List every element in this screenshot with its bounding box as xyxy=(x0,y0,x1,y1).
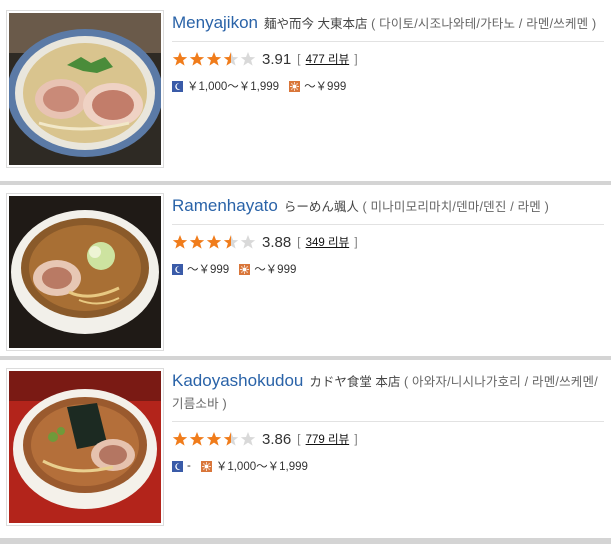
dinner-price: - xyxy=(187,460,191,472)
star-full-icon xyxy=(189,432,205,446)
star-empty-icon xyxy=(240,235,256,249)
star-empty-icon xyxy=(240,432,256,446)
rating-score: 3.91 xyxy=(262,50,292,68)
ramen-bowl-photo xyxy=(9,371,161,523)
restaurant-card: Kadoyashokudou カドヤ食堂 本店 ( 아와자/니시나가호리 / 라멘… xyxy=(0,356,611,544)
bracket-close: ] xyxy=(354,434,358,446)
star-full-icon xyxy=(172,432,188,446)
star-rating xyxy=(172,51,257,67)
ramen-bowl-photo xyxy=(9,196,161,348)
moon-icon xyxy=(172,80,183,92)
divider xyxy=(172,224,604,225)
bracket-close: ] xyxy=(354,237,358,249)
card-separator xyxy=(0,181,611,185)
review-count-link[interactable]: 349 리뷰 xyxy=(306,237,350,249)
restaurant-photo[interactable] xyxy=(6,368,164,526)
sun-icon xyxy=(239,263,251,275)
star-half-icon xyxy=(223,52,239,66)
restaurant-photo[interactable] xyxy=(6,10,164,168)
restaurant-area-genre: ( 미나미모리마치/덴마/덴진 / 라멘 ) xyxy=(362,200,550,214)
restaurant-photo[interactable] xyxy=(6,193,164,351)
rating-score: 3.88 xyxy=(262,233,292,251)
lunch-price: ～￥999 xyxy=(254,264,297,276)
star-full-icon xyxy=(206,52,222,66)
review-count-link[interactable]: 477 리뷰 xyxy=(306,54,350,66)
card-separator xyxy=(0,538,611,544)
bracket-open: [ xyxy=(297,54,301,66)
review-count-box: [ 779 리뷰 ] xyxy=(297,431,357,447)
restaurant-native-name: らーめん颯人 xyxy=(283,200,359,214)
review-count-box: [ 477 리뷰 ] xyxy=(297,51,357,67)
rating-row: 3.91 [ 477 리뷰 ] xyxy=(172,48,604,70)
divider xyxy=(172,41,604,42)
restaurant-name-link[interactable]: Menyajikon xyxy=(172,13,258,32)
sun-icon xyxy=(289,80,301,92)
price-row: - ￥1,000～￥1,999 xyxy=(172,458,604,474)
restaurant-card: Menyajikon 麺や而今 大東本店 ( 다이토/시조나와테/가타노 / 라멘… xyxy=(0,0,611,170)
sun-icon xyxy=(200,460,212,472)
star-half-icon xyxy=(223,235,239,249)
moon-icon xyxy=(172,460,183,472)
restaurant-card: Ramenhayato らーめん颯人 ( 미나미모리마치/덴마/덴진 / 라멘 )… xyxy=(0,181,611,351)
price-row: ～￥999 ～￥999 xyxy=(172,261,604,277)
star-empty-icon xyxy=(240,52,256,66)
lunch-price: ～￥999 xyxy=(304,81,347,93)
divider xyxy=(172,421,604,422)
bracket-open: [ xyxy=(297,434,301,446)
star-full-icon xyxy=(206,432,222,446)
star-full-icon xyxy=(172,52,188,66)
star-full-icon xyxy=(172,235,188,249)
rating-row: 3.88 [ 349 리뷰 ] xyxy=(172,231,604,253)
rating-score: 3.86 xyxy=(262,430,292,448)
star-full-icon xyxy=(206,235,222,249)
moon-icon xyxy=(172,263,183,275)
restaurant-name-link[interactable]: Kadoyashokudou xyxy=(172,371,303,390)
star-rating xyxy=(172,431,257,447)
ramen-bowl-photo xyxy=(9,13,161,165)
bracket-open: [ xyxy=(297,237,301,249)
price-row: ￥1,000～￥1,999 ～￥999 xyxy=(172,78,604,94)
star-full-icon xyxy=(189,235,205,249)
restaurant-area-genre: ( 다이토/시조나와테/가타노 / 라멘/쓰케멘 ) xyxy=(371,17,597,31)
dinner-price: ￥1,000～￥1,999 xyxy=(187,81,280,93)
restaurant-name-link[interactable]: Ramenhayato xyxy=(172,196,278,215)
review-count-link[interactable]: 779 리뷰 xyxy=(306,434,350,446)
rating-row: 3.86 [ 779 리뷰 ] xyxy=(172,428,604,450)
star-half-icon xyxy=(223,432,239,446)
card-separator xyxy=(0,356,611,360)
star-full-icon xyxy=(189,52,205,66)
dinner-price: ～￥999 xyxy=(187,264,230,276)
star-rating xyxy=(172,234,257,250)
restaurant-native-name: 麺や而今 大東本店 xyxy=(264,17,368,31)
restaurant-native-name: カドヤ食堂 本店 xyxy=(309,375,401,389)
review-count-box: [ 349 리뷰 ] xyxy=(297,234,357,250)
lunch-price: ￥1,000～￥1,999 xyxy=(215,461,308,473)
bracket-close: ] xyxy=(354,54,358,66)
